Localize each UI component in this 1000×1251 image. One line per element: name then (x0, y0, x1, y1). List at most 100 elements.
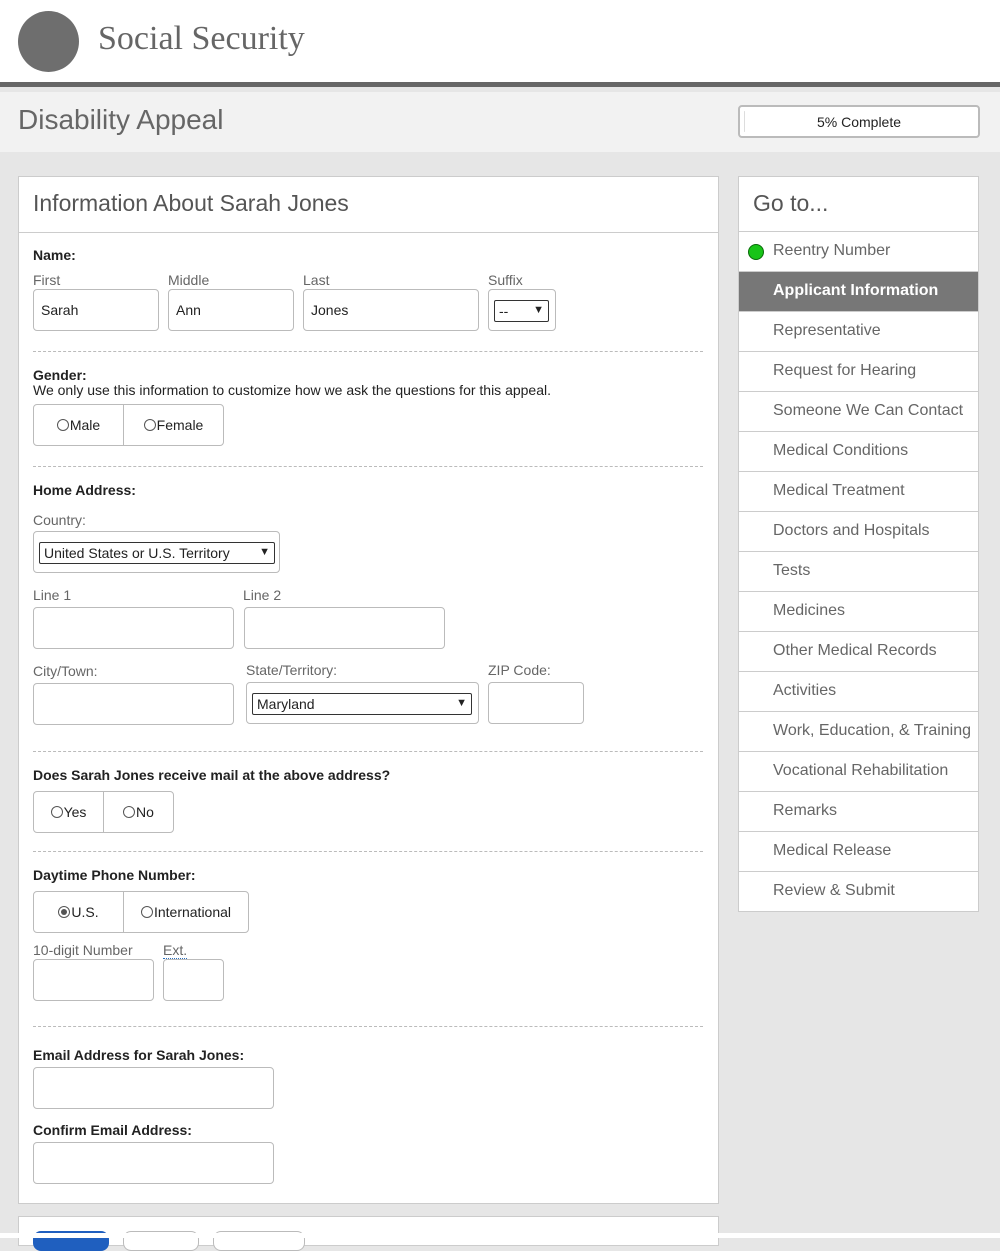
sidebar-item[interactable]: Activities (739, 672, 978, 712)
gender-option-female[interactable]: Female (124, 405, 223, 445)
mail-option-label: Yes (63, 804, 87, 820)
ssa-logo (18, 11, 79, 72)
sidebar-item-label: Doctors and Hospitals (773, 522, 930, 539)
name-label: Name: (33, 247, 76, 263)
sidebar-item[interactable]: Doctors and Hospitals (739, 512, 978, 552)
sidebar-title: Go to... (739, 177, 978, 232)
city-label: City/Town: (33, 663, 98, 679)
mail-option-yes[interactable]: Yes (34, 792, 104, 832)
confirm-email-input[interactable] (33, 1142, 274, 1184)
country-label: Country: (33, 512, 86, 528)
suffix-select[interactable]: -- ▼ (494, 300, 549, 322)
sidebar-item-label: Review & Submit (773, 882, 895, 899)
sidebar-item-label: Applicant Information (773, 282, 939, 299)
zip-label: ZIP Code: (488, 662, 551, 678)
sidebar-item[interactable]: Applicant Information (739, 272, 978, 312)
site-header: Social Security (0, 0, 1000, 87)
sidebar-item[interactable]: Representative (739, 312, 978, 352)
country-select-value: United States or U.S. Territory (44, 545, 230, 561)
phone-ext-input[interactable] (163, 959, 224, 1001)
sidebar-item[interactable]: Medicines (739, 592, 978, 632)
chevron-down-icon: ▼ (456, 697, 467, 709)
radio-selected-icon (58, 906, 71, 918)
address-line1-input[interactable] (33, 607, 234, 649)
phone-label: Daytime Phone Number: (33, 867, 196, 883)
phone-number-input[interactable] (33, 959, 154, 1001)
card-title: Information About Sarah Jones (19, 177, 718, 233)
sidebar-item-label: Medical Conditions (773, 442, 909, 459)
address-section: Home Address: Country: United States or … (33, 466, 703, 751)
sidebar-item-label: Representative (773, 322, 881, 339)
state-label: State/Territory: (246, 662, 338, 678)
state-select-value: Maryland (257, 696, 315, 712)
sidebar-item[interactable]: Request for Hearing (739, 352, 978, 392)
sidebar-item[interactable]: Tests (739, 552, 978, 592)
sidebar-item-label: Work, Education, & Training (773, 722, 972, 739)
progress-bar: 5% Complete (738, 105, 980, 138)
sidebar-item[interactable]: Medical Treatment (739, 472, 978, 512)
gender-section: Gender: We only use this information to … (33, 351, 703, 466)
country-select[interactable]: United States or U.S. Territory ▼ (39, 542, 275, 564)
email-section: Email Address for Sarah Jones: Confirm E… (33, 1026, 703, 1196)
email-input[interactable] (33, 1067, 274, 1109)
site-title: Social Security (98, 20, 305, 57)
gender-option-label: Female (156, 417, 204, 433)
phone-option-label: U.S. (71, 904, 99, 920)
phone-option-label: International (153, 904, 232, 920)
sidebar-item[interactable]: Vocational Rehabilitation (739, 752, 978, 792)
sidebar-item-label: Other Medical Records (773, 642, 937, 659)
gender-option-male[interactable]: Male (34, 405, 124, 445)
mail-section: Does Sarah Jones receive mail at the abo… (33, 751, 703, 851)
page-bottom-edge (0, 1233, 1000, 1238)
sidebar-item[interactable]: Someone We Can Contact (739, 392, 978, 432)
sidebar-item[interactable]: Review & Submit (739, 872, 978, 912)
gender-option-label: Male (69, 417, 101, 433)
last-name-input[interactable]: Jones (303, 289, 479, 331)
suffix-label: Suffix (488, 272, 523, 288)
last-name-label: Last (303, 272, 330, 288)
sidebar-item-label: Someone We Can Contact (773, 402, 964, 419)
suffix-select-wrap: -- ▼ (488, 289, 556, 331)
line2-label: Line 2 (243, 587, 282, 603)
sidebar-item-label: Medicines (773, 602, 846, 619)
gender-radio-group: Male Female (33, 404, 224, 446)
phone-type-radio-group: U.S. International (33, 891, 249, 933)
gender-help-text: We only use this information to customiz… (33, 382, 552, 398)
goto-sidebar: Go to... Reentry Number Applicant Informa… (738, 176, 979, 912)
phone-option-us[interactable]: U.S. (34, 892, 124, 932)
sidebar-item[interactable]: Medical Release (739, 832, 978, 872)
sidebar-item[interactable]: Other Medical Records (739, 632, 978, 672)
sidebar-item[interactable]: Medical Conditions (739, 432, 978, 472)
title-bar: Disability Appeal 5% Complete (0, 92, 1000, 152)
form-actions-bar (18, 1216, 719, 1251)
zip-code-input[interactable] (488, 682, 584, 724)
complete-status-icon (748, 244, 764, 260)
mail-radio-group: Yes No (33, 791, 174, 833)
sidebar-item[interactable]: Work, Education, & Training (739, 712, 978, 752)
country-select-wrap: United States or U.S. Territory ▼ (33, 531, 280, 573)
mail-question-label: Does Sarah Jones receive mail at the abo… (33, 767, 391, 783)
sidebar-nav-list: Reentry Number Applicant Information Repre… (739, 232, 978, 912)
city-input[interactable] (33, 683, 234, 725)
mail-option-no[interactable]: No (104, 792, 173, 832)
chevron-down-icon: ▼ (259, 546, 270, 558)
state-select[interactable]: Maryland ▼ (252, 693, 472, 715)
chevron-down-icon: ▼ (533, 304, 544, 316)
first-name-label: First (33, 272, 61, 288)
radio-icon (140, 906, 153, 918)
sidebar-item[interactable]: Reentry Number (739, 232, 978, 272)
sidebar-item-label: Tests (773, 562, 811, 579)
first-name-input[interactable]: Sarah (33, 289, 159, 331)
address-line2-input[interactable] (244, 607, 445, 649)
sidebar-item-label: Medical Treatment (773, 482, 905, 499)
sidebar-item[interactable]: Remarks (739, 792, 978, 832)
radio-icon (56, 419, 69, 431)
name-section: Name: First Middle Last Suffix Sarah Ann… (33, 233, 703, 351)
phone-number-label: 10-digit Number (33, 942, 133, 958)
phone-option-international[interactable]: International (124, 892, 248, 932)
middle-name-input[interactable]: Ann (168, 289, 294, 331)
radio-icon (123, 806, 136, 818)
sidebar-item-label: Activities (773, 682, 837, 699)
radio-icon (143, 419, 156, 431)
ext-label: Ext. (163, 942, 188, 959)
